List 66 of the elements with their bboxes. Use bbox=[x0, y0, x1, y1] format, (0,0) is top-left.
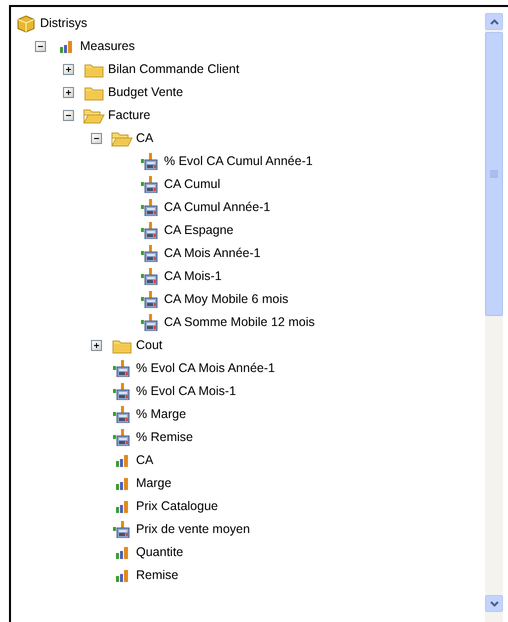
scroll-down-button[interactable] bbox=[485, 595, 503, 612]
calculator-chart-icon bbox=[141, 199, 159, 216]
tree-item[interactable]: % Evol CA Cumul Année-1 bbox=[164, 152, 313, 171]
calculator-chart-icon bbox=[141, 291, 159, 308]
expand-toggle[interactable] bbox=[63, 64, 74, 75]
bar-chart-icon bbox=[115, 454, 129, 466]
tree-item[interactable]: CA Espagne bbox=[164, 221, 234, 240]
calculator-chart-icon bbox=[141, 153, 159, 170]
calculator-chart-icon bbox=[141, 222, 159, 239]
tree-item[interactable]: Prix Catalogue bbox=[136, 497, 218, 516]
calculator-chart-icon bbox=[141, 245, 159, 262]
tree-item[interactable]: Distrisys bbox=[40, 14, 88, 33]
plus-icon bbox=[64, 88, 73, 97]
tree-item[interactable]: Facture bbox=[108, 106, 150, 125]
bar-chart-icon bbox=[115, 570, 129, 582]
tree-item[interactable]: CA Somme Mobile 12 mois bbox=[164, 313, 315, 332]
folder-icon bbox=[84, 84, 104, 100]
calculator-chart-icon bbox=[113, 360, 131, 377]
calculator-chart-icon bbox=[113, 406, 131, 423]
tree-item[interactable]: % Evol CA Mois Année-1 bbox=[136, 359, 275, 378]
bar-chart-icon bbox=[115, 500, 129, 512]
grip-icon bbox=[490, 170, 498, 178]
tree-item[interactable]: CA bbox=[136, 451, 154, 470]
folder-icon bbox=[84, 62, 104, 78]
folder-icon bbox=[112, 338, 132, 354]
tree-item[interactable]: Bilan Commande Client bbox=[108, 60, 240, 79]
tree-item[interactable]: CA Mois Année-1 bbox=[164, 244, 261, 263]
bar-chart-icon bbox=[59, 40, 73, 52]
collapse-toggle[interactable] bbox=[91, 133, 102, 144]
calculator-chart-icon bbox=[113, 521, 131, 538]
tree-item[interactable]: Measures bbox=[80, 37, 135, 56]
cube-icon bbox=[17, 14, 35, 32]
tree-item[interactable]: Prix de vente moyen bbox=[136, 520, 250, 539]
tree-item[interactable]: % Marge bbox=[136, 405, 186, 424]
tree-item[interactable]: CA Moy Mobile 6 mois bbox=[164, 290, 288, 309]
open-folder-icon bbox=[83, 108, 105, 124]
collapse-toggle[interactable] bbox=[35, 41, 46, 52]
calculator-chart-icon bbox=[141, 176, 159, 193]
tree-item[interactable]: Cout bbox=[136, 336, 162, 355]
plus-icon bbox=[92, 341, 101, 350]
tree-item[interactable]: CA bbox=[136, 129, 154, 148]
tree-item[interactable]: % Remise bbox=[136, 428, 193, 447]
scroll-thumb[interactable] bbox=[485, 32, 503, 316]
expand-toggle[interactable] bbox=[91, 340, 102, 351]
bar-chart-icon bbox=[115, 478, 129, 490]
tree-item[interactable]: Quantite bbox=[136, 543, 184, 562]
chevron-down-icon bbox=[490, 600, 498, 606]
calculator-chart-icon bbox=[113, 429, 131, 446]
scroll-up-button[interactable] bbox=[485, 13, 503, 30]
tree-item[interactable]: % Evol CA Mois-1 bbox=[136, 382, 236, 401]
bar-chart-icon bbox=[115, 546, 129, 558]
tree-item[interactable]: CA Cumul Année-1 bbox=[164, 198, 270, 217]
calculator-chart-icon bbox=[141, 314, 159, 331]
plus-icon bbox=[64, 65, 73, 74]
tree-item[interactable]: CA Mois-1 bbox=[164, 267, 222, 286]
tree-item[interactable]: CA Cumul bbox=[164, 175, 220, 194]
tree-item[interactable]: Budget Vente bbox=[108, 83, 184, 102]
open-folder-icon bbox=[111, 130, 133, 146]
scrollbar[interactable] bbox=[485, 13, 503, 622]
tree-item[interactable]: Remise bbox=[136, 566, 178, 585]
expand-toggle[interactable] bbox=[63, 87, 74, 98]
chevron-up-icon bbox=[490, 18, 498, 24]
collapse-toggle[interactable] bbox=[63, 110, 74, 121]
calculator-chart-icon bbox=[113, 383, 131, 400]
calculator-chart-icon bbox=[141, 268, 159, 285]
tree-item[interactable]: Marge bbox=[136, 474, 172, 493]
